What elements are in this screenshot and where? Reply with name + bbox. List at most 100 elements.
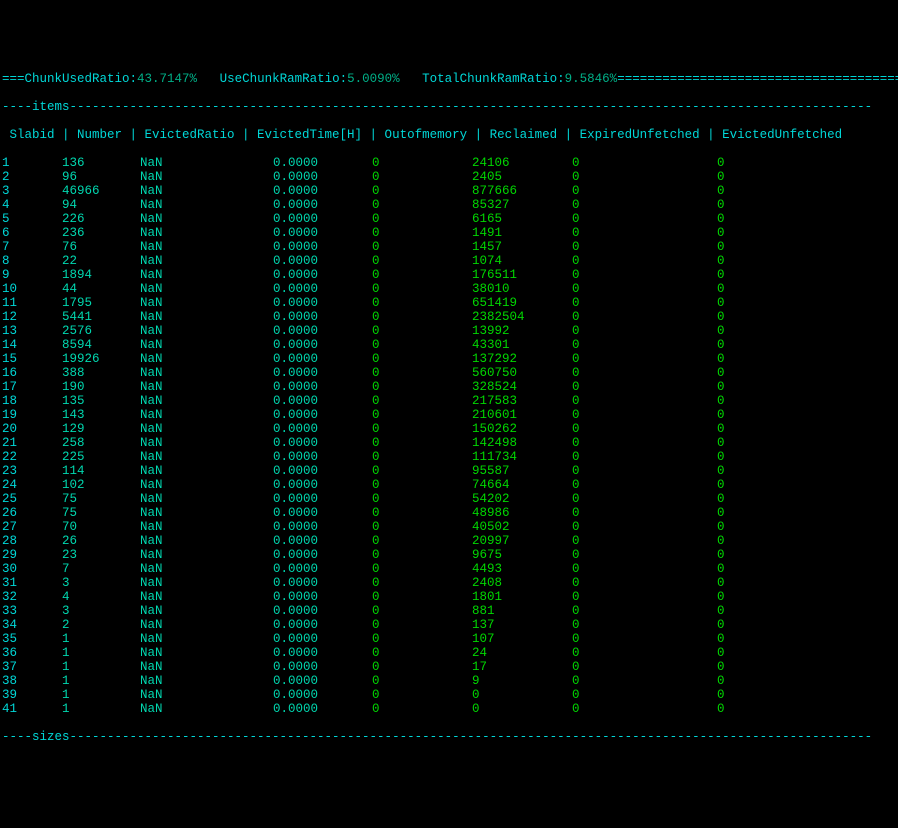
cell-reclaimed: 9675 — [472, 548, 572, 562]
cell-evicted-time: 0.0000 — [250, 436, 372, 450]
cell-reclaimed: 48986 — [472, 506, 572, 520]
cell-outofmemory: 0 — [372, 324, 472, 338]
cell-slabid: 31 — [2, 576, 62, 590]
table-row: 381NaN0.00000900 — [2, 674, 896, 688]
cell-evicted-time: 0.0000 — [250, 422, 372, 436]
stat-value-2: 9.5846% — [565, 72, 618, 86]
cell-outofmemory: 0 — [372, 492, 472, 506]
cell-slabid: 16 — [2, 366, 62, 380]
table-row: 5226NaN0.00000616500 — [2, 212, 896, 226]
cell-slabid: 20 — [2, 422, 62, 436]
cell-outofmemory: 0 — [372, 436, 472, 450]
cell-evicted-unfetched: 0 — [717, 660, 817, 674]
cell-expired-unfetched: 0 — [572, 632, 717, 646]
cell-evicted-ratio: NaN — [140, 352, 250, 366]
cell-evicted-time: 0.0000 — [250, 408, 372, 422]
terminal-output: ===ChunkUsedRatio:43.7147% UseChunkRamRa… — [2, 58, 896, 758]
cell-reclaimed: 142498 — [472, 436, 572, 450]
cell-outofmemory: 0 — [372, 380, 472, 394]
cell-slabid: 34 — [2, 618, 62, 632]
cell-reclaimed: 1491 — [472, 226, 572, 240]
table-row: 324NaN0.00000180100 — [2, 590, 896, 604]
cell-number: 1 — [62, 660, 140, 674]
cell-outofmemory: 0 — [372, 450, 472, 464]
cell-evicted-time: 0.0000 — [250, 492, 372, 506]
cell-evicted-time: 0.0000 — [250, 688, 372, 702]
cell-evicted-unfetched: 0 — [717, 450, 817, 464]
cell-outofmemory: 0 — [372, 464, 472, 478]
cell-slabid: 23 — [2, 464, 62, 478]
cell-slabid: 6 — [2, 226, 62, 240]
cell-evicted-ratio: NaN — [140, 254, 250, 268]
bar-prefix: === — [2, 72, 25, 86]
cell-evicted-time: 0.0000 — [250, 478, 372, 492]
cell-evicted-ratio: NaN — [140, 212, 250, 226]
cell-evicted-time: 0.0000 — [250, 548, 372, 562]
cell-outofmemory: 0 — [372, 198, 472, 212]
table-row: 296NaN0.00000240500 — [2, 170, 896, 184]
cell-outofmemory: 0 — [372, 156, 472, 170]
cell-evicted-time: 0.0000 — [250, 618, 372, 632]
cell-evicted-unfetched: 0 — [717, 254, 817, 268]
cell-slabid: 4 — [2, 198, 62, 212]
cell-slabid: 17 — [2, 380, 62, 394]
cell-evicted-time: 0.0000 — [250, 632, 372, 646]
cell-reclaimed: 137 — [472, 618, 572, 632]
cell-evicted-ratio: NaN — [140, 156, 250, 170]
cell-evicted-time: 0.0000 — [250, 254, 372, 268]
cell-slabid: 11 — [2, 296, 62, 310]
cell-slabid: 21 — [2, 436, 62, 450]
table-row: 23114NaN0.000009558700 — [2, 464, 896, 478]
cell-number: 4 — [62, 590, 140, 604]
cell-evicted-time: 0.0000 — [250, 702, 372, 716]
cell-reclaimed: 9 — [472, 674, 572, 688]
cell-number: 1894 — [62, 268, 140, 282]
cell-evicted-unfetched: 0 — [717, 576, 817, 590]
cell-expired-unfetched: 0 — [572, 422, 717, 436]
sizes-frame-line: ----sizes-------------------------------… — [2, 730, 896, 744]
stat-label-0: ChunkUsedRatio: — [25, 72, 138, 86]
cell-evicted-ratio: NaN — [140, 198, 250, 212]
cell-reclaimed: 328524 — [472, 380, 572, 394]
cell-evicted-unfetched: 0 — [717, 688, 817, 702]
cell-evicted-time: 0.0000 — [250, 562, 372, 576]
cell-outofmemory: 0 — [372, 352, 472, 366]
cell-evicted-ratio: NaN — [140, 646, 250, 660]
cell-evicted-ratio: NaN — [140, 464, 250, 478]
cell-slabid: 32 — [2, 590, 62, 604]
cell-evicted-ratio: NaN — [140, 296, 250, 310]
table-row: 111795NaN0.0000065141900 — [2, 296, 896, 310]
cell-expired-unfetched: 0 — [572, 604, 717, 618]
cell-evicted-unfetched: 0 — [717, 604, 817, 618]
cell-expired-unfetched: 0 — [572, 618, 717, 632]
cell-evicted-ratio: NaN — [140, 478, 250, 492]
cell-reclaimed: 54202 — [472, 492, 572, 506]
cell-outofmemory: 0 — [372, 212, 472, 226]
cell-slabid: 5 — [2, 212, 62, 226]
cell-expired-unfetched: 0 — [572, 436, 717, 450]
cell-outofmemory: 0 — [372, 366, 472, 380]
cell-number: 1 — [62, 646, 140, 660]
cell-reclaimed: 2382504 — [472, 310, 572, 324]
cell-evicted-unfetched: 0 — [717, 408, 817, 422]
cell-number: 136 — [62, 156, 140, 170]
table-row: 125441NaN0.00000238250400 — [2, 310, 896, 324]
table-row: 20129NaN0.0000015026200 — [2, 422, 896, 436]
cell-evicted-unfetched: 0 — [717, 198, 817, 212]
cell-slabid: 12 — [2, 310, 62, 324]
table-row: 1519926NaN0.0000013729200 — [2, 352, 896, 366]
cell-expired-unfetched: 0 — [572, 240, 717, 254]
cell-evicted-time: 0.0000 — [250, 352, 372, 366]
table-row: 2675NaN0.000004898600 — [2, 506, 896, 520]
cell-outofmemory: 0 — [372, 184, 472, 198]
cell-evicted-time: 0.0000 — [250, 674, 372, 688]
cell-outofmemory: 0 — [372, 254, 472, 268]
cell-number: 1 — [62, 674, 140, 688]
cell-number: 46966 — [62, 184, 140, 198]
cell-slabid: 29 — [2, 548, 62, 562]
cell-outofmemory: 0 — [372, 422, 472, 436]
cell-evicted-ratio: NaN — [140, 184, 250, 198]
cell-evicted-unfetched: 0 — [717, 380, 817, 394]
cell-evicted-ratio: NaN — [140, 450, 250, 464]
cell-expired-unfetched: 0 — [572, 534, 717, 548]
